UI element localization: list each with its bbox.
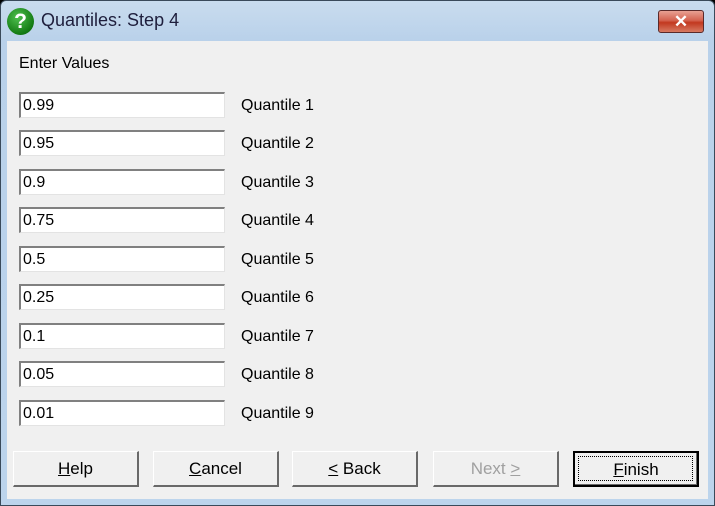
cancel-label: ancel <box>201 459 242 478</box>
quantile-2-input[interactable] <box>19 130 225 156</box>
quantile-5-label: Quantile 5 <box>241 251 314 268</box>
dialog-body: Enter Values Quantile 1 Quantile 2 Quant… <box>7 41 708 499</box>
next-button[interactable]: Next > <box>433 451 559 487</box>
finish-button[interactable]: Finish <box>573 451 699 487</box>
quantiles-dialog: ? Quantiles: Step 4 ✕ Enter Values Quant… <box>0 0 715 506</box>
quantile-3-label: Quantile 3 <box>241 174 314 191</box>
next-label: Next <box>470 459 511 478</box>
quantile-2-label: Quantile 2 <box>241 135 314 152</box>
quantile-1-input[interactable] <box>19 92 225 118</box>
back-mnemonic: < <box>328 459 339 478</box>
help-button[interactable]: Help <box>13 451 139 487</box>
title-bar[interactable]: ? Quantiles: Step 4 ✕ <box>1 1 714 41</box>
cancel-mnemonic: C <box>189 459 202 478</box>
quantile-7-label: Quantile 7 <box>241 328 314 345</box>
quantile-6-input[interactable] <box>19 284 225 310</box>
quantile-9-label: Quantile 9 <box>241 405 314 422</box>
quantile-7-input[interactable] <box>19 323 225 349</box>
quantile-8-input[interactable] <box>19 361 225 387</box>
question-icon: ? <box>7 8 34 35</box>
quantile-1-label: Quantile 1 <box>241 97 314 114</box>
quantile-3-input[interactable] <box>19 169 225 195</box>
back-button[interactable]: < Back <box>292 451 418 487</box>
back-label: Back <box>338 459 381 478</box>
enter-values-heading: Enter Values <box>19 55 110 72</box>
quantile-8-label: Quantile 8 <box>241 366 314 383</box>
help-mnemonic: H <box>58 459 71 478</box>
focus-rectangle <box>578 456 693 481</box>
quantile-4-label: Quantile 4 <box>241 212 314 229</box>
close-button[interactable]: ✕ <box>658 10 704 33</box>
help-label: elp <box>70 459 93 478</box>
next-mnemonic: > <box>510 459 521 478</box>
cancel-button[interactable]: Cancel <box>153 451 279 487</box>
quantile-9-input[interactable] <box>19 400 225 426</box>
close-icon: ✕ <box>673 12 689 31</box>
quantile-4-input[interactable] <box>19 207 225 233</box>
window-title: Quantiles: Step 4 <box>41 10 180 30</box>
quantile-5-input[interactable] <box>19 246 225 272</box>
quantile-6-label: Quantile 6 <box>241 289 314 306</box>
